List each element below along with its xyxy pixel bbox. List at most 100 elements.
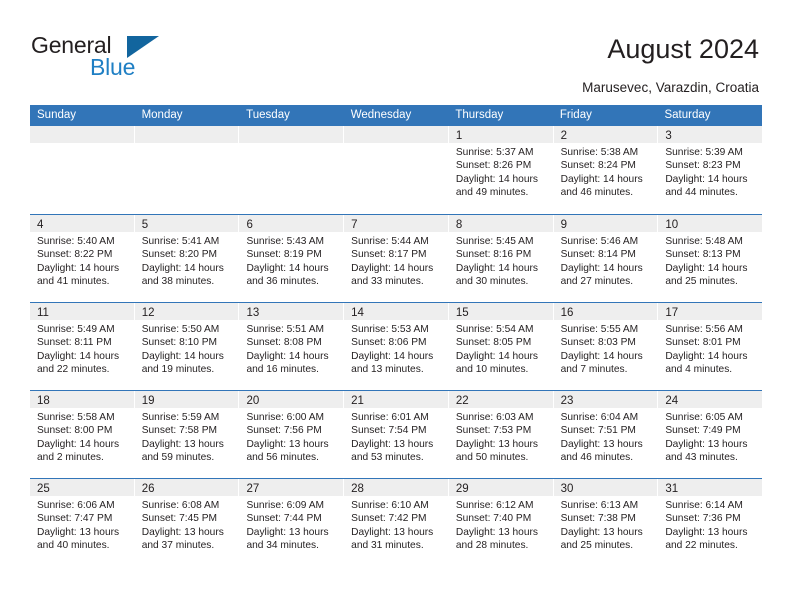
sunrise-text: Sunrise: 6:08 AM [141,500,220,511]
calendar-day-cell[interactable]: 6 Sunrise: 5:43 AM Sunset: 8:19 PM Daylight… [239,215,345,302]
sunrise-text: Sunrise: 5:44 AM [351,236,429,247]
day-details: Sunrise: 6:06 AM Sunset: 7:47 PM Daylight:… [30,496,134,566]
day-details: Sunrise: 6:00 AM Sunset: 7:56 PM Daylight:… [239,408,343,478]
day-number-band: 23 [553,391,658,408]
sunset-text: Sunset: 8:20 PM [141,249,218,261]
calendar-day-cell[interactable]: 28 Sunrise: 6:10 AM Sunset: 7:42 PM Dayligh… [344,479,449,566]
calendar-day-cell[interactable]: 17 Sunrise: 5:56 AM Sunset: 8:01 PM Dayligh… [658,303,763,390]
sunrise-text: Sunrise: 5:40 AM [37,236,115,247]
calendar-day-cell[interactable]: 15 Sunrise: 5:54 AM Sunset: 8:05 PM Dayligh… [448,303,554,390]
sunrise-text: Sunrise: 5:39 AM [665,147,743,158]
calendar-day-cell[interactable]: 26 Sunrise: 6:08 AM Sunset: 7:45 PM Dayligh… [134,479,240,566]
sunset-text: Sunset: 8:10 PM [141,337,218,349]
daylight-text: and 49 minutes. [455,186,529,198]
day-number-band: 29 [448,479,553,496]
calendar-day-cell[interactable]: 2 Sunrise: 5:38 AM Sunset: 8:24 PM Daylight… [553,126,659,214]
daylight-text: and 59 minutes. [141,451,215,463]
daylight-text: Daylight: 14 hours [665,173,748,185]
sunset-text: Sunset: 8:17 PM [351,249,427,261]
daylight-text: and 43 minutes. [665,451,738,463]
sunset-text: Sunset: 7:38 PM [560,513,636,525]
daylight-text: and 28 minutes. [455,539,529,551]
daylight-text: and 22 minutes. [665,539,738,551]
daylight-text: Daylight: 14 hours [455,173,538,185]
day-details: Sunrise: 6:12 AM Sunset: 7:40 PM Daylight:… [449,496,553,566]
day-details: Sunrise: 5:37 AM Sunset: 8:26 PM Daylight:… [449,143,553,214]
calendar-day-cell[interactable]: 22 Sunrise: 6:03 AM Sunset: 7:53 PM Dayligh… [448,391,554,478]
day-number: 3 [665,130,672,142]
weekday-header-tuesday: Tuesday [246,109,290,121]
daylight-text: Daylight: 13 hours [351,438,434,450]
day-number: 19 [141,395,155,407]
sunrise-text: Sunrise: 6:10 AM [351,500,429,511]
day-details: Sunrise: 6:03 AM Sunset: 7:53 PM Daylight:… [449,408,553,478]
day-details: Sunrise: 5:48 AM Sunset: 8:13 PM Daylight:… [658,232,762,302]
calendar-day-cell[interactable]: 9 Sunrise: 5:46 AM Sunset: 8:14 PM Daylight… [553,215,659,302]
calendar-day-cell[interactable]: 20 Sunrise: 6:00 AM Sunset: 7:56 PM Dayligh… [239,391,345,478]
weekday-header-wednesday: Wednesday [350,109,412,121]
day-number-band: 14 [344,303,448,320]
general-blue-logo[interactable]: General Blue [31,33,221,83]
calendar-day-cell[interactable]: 5 Sunrise: 5:41 AM Sunset: 8:20 PM Daylight… [134,215,240,302]
day-details: Sunrise: 5:53 AM Sunset: 8:06 PM Daylight:… [344,320,448,390]
day-number-band: 9 [553,215,658,232]
day-number-band [239,126,344,143]
calendar-day-cell[interactable]: 19 Sunrise: 5:59 AM Sunset: 7:58 PM Dayligh… [134,391,240,478]
calendar-day-cell[interactable]: 7 Sunrise: 5:44 AM Sunset: 8:17 PM Daylight… [344,215,449,302]
calendar-day-cell[interactable]: 13 Sunrise: 5:51 AM Sunset: 8:08 PM Dayligh… [239,303,345,390]
day-number-band: 25 [30,479,134,496]
day-number-band [344,126,448,143]
calendar-day-cell[interactable]: 23 Sunrise: 6:04 AM Sunset: 7:51 PM Dayligh… [553,391,659,478]
calendar-day-cell[interactable]: 24 Sunrise: 6:05 AM Sunset: 7:49 PM Dayligh… [658,391,763,478]
calendar-day-cell[interactable]: 21 Sunrise: 6:01 AM Sunset: 7:54 PM Dayligh… [344,391,449,478]
calendar-day-cell[interactable]: 25 Sunrise: 6:06 AM Sunset: 7:47 PM Dayligh… [30,479,135,566]
calendar-day-cell[interactable]: 1 Sunrise: 5:37 AM Sunset: 8:26 PM Daylight… [448,126,554,214]
sunrise-text: Sunrise: 5:43 AM [246,236,325,247]
daylight-text: Daylight: 13 hours [560,526,643,538]
sunrise-text: Sunrise: 5:49 AM [37,324,115,335]
calendar-day-cell[interactable]: 4 Sunrise: 5:40 AM Sunset: 8:22 PM Daylight… [30,215,135,302]
calendar-day-cell[interactable]: 12 Sunrise: 5:50 AM Sunset: 8:10 PM Dayligh… [134,303,240,390]
day-details: Sunrise: 5:51 AM Sunset: 8:08 PM Daylight:… [239,320,343,390]
daylight-text: Daylight: 14 hours [246,262,329,274]
day-details: Sunrise: 5:38 AM Sunset: 8:24 PM Daylight:… [554,143,658,214]
daylight-text: and 13 minutes. [351,363,424,375]
calendar-day-cell[interactable]: 27 Sunrise: 6:09 AM Sunset: 7:44 PM Dayligh… [239,479,345,566]
calendar-day-cell[interactable]: 18 Sunrise: 5:58 AM Sunset: 8:00 PM Dayligh… [30,391,135,478]
day-number-band: 1 [448,126,553,143]
weekday-header-friday: Friday [559,109,592,121]
calendar-day-cell[interactable]: 30 Sunrise: 6:13 AM Sunset: 7:38 PM Dayligh… [553,479,659,566]
calendar-day-cell[interactable]: 3 Sunrise: 5:39 AM Sunset: 8:23 PM Daylight… [658,126,763,214]
sunset-text: Sunset: 7:49 PM [665,425,741,437]
daylight-text: and 27 minutes. [560,275,634,287]
day-number-band: 30 [553,479,658,496]
sunrise-text: Sunrise: 5:41 AM [141,236,220,247]
weekday-header-row: Sunday Monday Tuesday Wednesday Thursday Frid… [30,105,762,126]
calendar-day-cell[interactable]: 8 Sunrise: 5:45 AM Sunset: 8:16 PM Daylight… [448,215,554,302]
calendar-day-cell[interactable]: 31 Sunrise: 6:14 AM Sunset: 7:36 PM Dayligh… [658,479,763,566]
day-number: 11 [37,307,49,319]
calendar-day-cell-empty [239,126,345,214]
day-number-band: 10 [658,215,763,232]
sunset-text: Sunset: 7:58 PM [141,425,218,437]
calendar-week-row: 4 Sunrise: 5:40 AM Sunset: 8:22 PM Daylight… [30,214,763,302]
day-number-band: 31 [658,479,763,496]
day-number: 15 [455,307,469,319]
calendar-day-cell[interactable]: 16 Sunrise: 5:55 AM Sunset: 8:03 PM Dayligh… [553,303,659,390]
day-number: 6 [246,219,253,231]
daylight-text: Daylight: 13 hours [246,438,329,450]
sunrise-text: Sunrise: 5:58 AM [37,412,115,423]
sunset-text: Sunset: 8:00 PM [37,425,113,437]
day-number: 13 [246,307,260,319]
sunrise-text: Sunrise: 6:04 AM [560,412,639,423]
day-number-band: 5 [134,215,239,232]
day-number: 20 [246,395,260,407]
day-number: 26 [141,483,155,495]
day-number-band: 27 [239,479,344,496]
calendar-day-cell[interactable]: 10 Sunrise: 5:48 AM Sunset: 8:13 PM Dayligh… [658,215,763,302]
calendar-day-cell[interactable]: 29 Sunrise: 6:12 AM Sunset: 7:40 PM Dayligh… [448,479,554,566]
calendar-day-cell[interactable]: 14 Sunrise: 5:53 AM Sunset: 8:06 PM Dayligh… [344,303,449,390]
calendar-day-cell[interactable]: 11 Sunrise: 5:49 AM Sunset: 8:11 PM Dayligh… [30,303,135,390]
daylight-text: Daylight: 13 hours [455,438,538,450]
daylight-text: Daylight: 14 hours [246,350,329,362]
